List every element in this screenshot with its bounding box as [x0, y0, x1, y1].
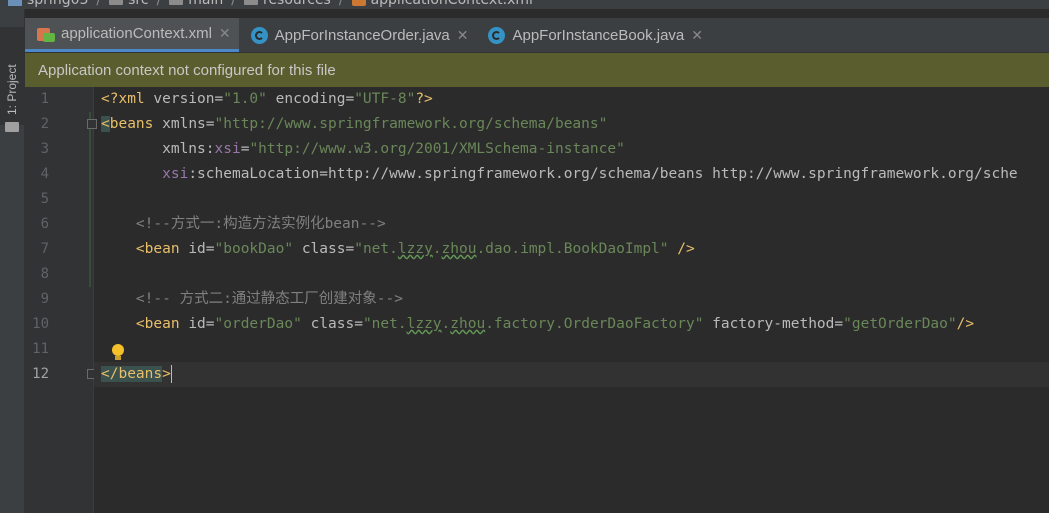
code-line[interactable] [94, 337, 1049, 362]
resources-folder-icon [244, 0, 258, 5]
line-number: 5 [40, 191, 49, 207]
vcs-change-marker [89, 112, 91, 287]
code-line[interactable]: <bean id="orderDao" class="net.lzzy.zhou… [94, 312, 1049, 337]
code-line-text: </beans> [101, 365, 172, 383]
line-number: 2 [40, 116, 49, 132]
breadcrumb: spring03 / src / main / resources / appl… [0, 0, 1049, 9]
code-line-text: <bean id="orderDao" class="net.lzzy.zhou… [135, 316, 975, 332]
breadcrumb-item-main[interactable]: main [188, 0, 223, 8]
code-line-text: <!-- 方式二:通过静态工厂创建对象--> [101, 291, 403, 307]
code-area[interactable]: <?xml version="1.0" encoding="UTF-8"?> <b… [94, 87, 1049, 513]
code-line[interactable]: <!-- 方式二:通过静态工厂创建对象--> [94, 287, 1049, 312]
left-tool-strip: 1: Project [0, 9, 25, 513]
java-class-icon [488, 26, 506, 44]
line-number: 7 [40, 241, 49, 257]
line-number: 6 [40, 216, 49, 232]
line-number: 4 [40, 166, 49, 182]
breadcrumb-separator: / [96, 0, 102, 8]
tab-label: AppForInstanceBook.java [512, 26, 685, 44]
code-line[interactable]: xmlns:xsi="http://www.w3.org/2001/XMLSch… [94, 137, 1049, 162]
breadcrumb-item-module[interactable]: spring03 [27, 0, 88, 8]
editor-tab-bar: applicationContext.xml ✕ AppForInstanceO… [25, 18, 1049, 53]
code-line[interactable]: <?xml version="1.0" encoding="UTF-8"?> [94, 87, 1049, 112]
breadcrumb-item-file[interactable]: applicationContext.xml [371, 0, 533, 8]
project-tool-window-button[interactable]: 1: Project [0, 27, 24, 132]
breadcrumb-separator: / [338, 0, 344, 8]
java-class-icon [250, 26, 268, 44]
code-line-text: <bean id="bookDao" class="net.lzzy.zhou.… [135, 241, 695, 257]
project-tool-label: 1: Project [5, 64, 19, 115]
line-number: 8 [40, 266, 49, 282]
code-line-text: xmlns:xsi="http://www.w3.org/2001/XMLSch… [162, 141, 625, 157]
code-line[interactable]: </beans> [94, 362, 1049, 387]
code-line[interactable]: <!--方式一:构造方法实例化bean--> [94, 212, 1049, 237]
code-line[interactable]: <beans xmlns="http://www.springframework… [94, 112, 1049, 137]
line-number: 10 [32, 316, 49, 332]
tab-app-for-instance-book[interactable]: AppForInstanceBook.java ✕ [476, 18, 711, 52]
code-editor[interactable]: <?xml version="1.0" encoding="UTF-8"?> <b… [25, 87, 1049, 513]
code-line[interactable] [94, 187, 1049, 212]
code-line-text: <beans xmlns="http://www.springframework… [101, 116, 608, 132]
breadcrumb-item-resources[interactable]: resources [263, 0, 331, 8]
tab-label: AppForInstanceOrder.java [274, 26, 450, 44]
banner-message: Application context not configured for t… [38, 61, 336, 79]
xml-file-icon [37, 26, 55, 42]
code-line-text: <!--方式一:构造方法实例化bean--> [101, 216, 386, 232]
code-line-text: <?xml version="1.0" encoding="UTF-8"?> [101, 91, 433, 107]
breadcrumb-separator: / [156, 0, 162, 8]
context-warning-banner: Application context not configured for t… [25, 53, 1049, 87]
line-number: 1 [40, 91, 49, 107]
xml-file-icon [351, 0, 366, 6]
tab-app-for-instance-order[interactable]: AppForInstanceOrder.java ✕ [239, 18, 477, 52]
code-line[interactable]: <bean id="bookDao" class="net.lzzy.zhou.… [94, 237, 1049, 262]
folder-icon [109, 0, 124, 5]
line-number: 9 [40, 291, 49, 307]
code-line[interactable]: xsi:schemaLocation=http://www.springfram… [94, 162, 1049, 187]
line-number: 12 [32, 366, 49, 382]
folder-icon [169, 0, 184, 5]
tab-label: applicationContext.xml [61, 25, 212, 42]
close-icon[interactable]: ✕ [219, 25, 231, 42]
line-number: 3 [40, 141, 49, 157]
text-caret [170, 365, 172, 383]
line-number: 11 [32, 341, 49, 357]
breadcrumb-item-src[interactable]: src [128, 0, 148, 8]
close-icon[interactable]: ✕ [691, 27, 703, 44]
breadcrumb-separator: / [231, 0, 236, 8]
code-line-text: xsi:schemaLocation=http://www.springfram… [162, 166, 1018, 182]
tab-application-context-xml[interactable]: applicationContext.xml ✕ [25, 18, 239, 52]
module-icon [8, 0, 22, 6]
code-line[interactable] [94, 262, 1049, 287]
close-icon[interactable]: ✕ [457, 27, 469, 44]
project-folder-icon [5, 122, 19, 132]
